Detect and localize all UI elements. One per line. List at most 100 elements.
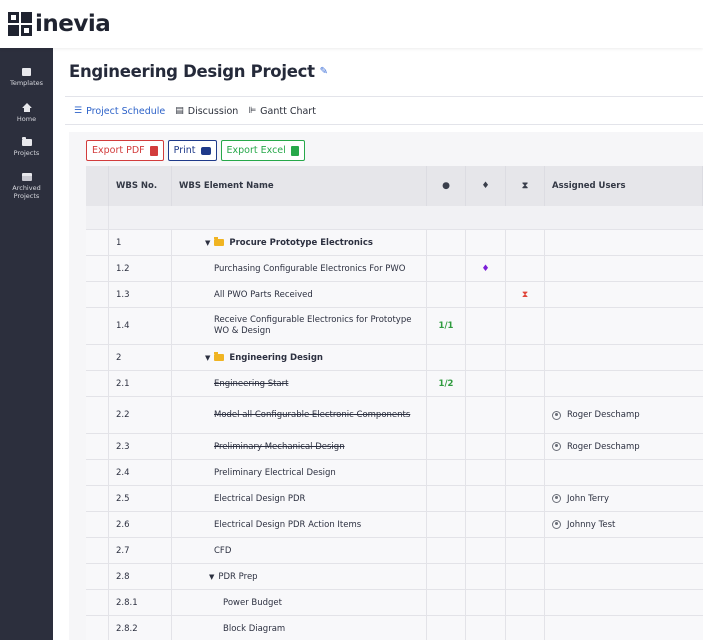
assigned-user-name[interactable]: Roger Deschamp: [567, 442, 640, 452]
wbs-name: Engineering Start: [172, 371, 427, 396]
cell: [427, 486, 466, 511]
app-logo[interactable]: inevia: [8, 11, 111, 37]
cell: [466, 434, 506, 459]
assigned-user-name[interactable]: Roger Deschamp: [567, 410, 640, 420]
caret-down-icon[interactable]: ▼: [205, 239, 210, 247]
wbs-name: All PWO Parts Received: [172, 282, 427, 307]
cell: [506, 538, 545, 563]
wbs-number: 1.2: [109, 256, 172, 281]
print-button[interactable]: Print: [167, 140, 217, 161]
wbs-number: 1.4: [109, 308, 172, 344]
table-row[interactable]: 2.8 ▼ PDR Prep: [86, 564, 703, 590]
header-assigned-users[interactable]: Assigned Users: [545, 166, 703, 206]
wbs-number: 2.7: [109, 538, 172, 563]
sidebar-item-label: Templates: [9, 79, 44, 87]
wbs-name: CFD: [172, 538, 427, 563]
sidebar-item-templates[interactable]: Templates: [0, 68, 53, 87]
cell: [427, 512, 466, 537]
table-row[interactable]: 2.3 Preliminary Mechanical Design Roger …: [86, 434, 703, 460]
wbs-number: 1.3: [109, 282, 172, 307]
header-milestone: ♦: [466, 166, 506, 206]
cell: [427, 345, 466, 370]
cell: [86, 206, 109, 229]
cell: [427, 282, 466, 307]
milestone-diamond-icon: ♦: [481, 263, 490, 274]
assigned-user-name[interactable]: John Terry: [567, 494, 609, 504]
diamond-icon: ♦: [481, 181, 490, 191]
sidebar-item-label: Home: [16, 115, 37, 123]
cell: [86, 230, 109, 255]
table-row[interactable]: 2.1 Engineering Start 1/2: [86, 371, 703, 397]
wbs-name-text: PDR Prep: [218, 571, 258, 582]
cell: [427, 538, 466, 563]
table-row[interactable]: 2.2 Model all Configurable Electronic Co…: [86, 397, 703, 434]
divider: [65, 96, 703, 97]
wbs-name: Purchasing Configurable Electronics For …: [172, 256, 427, 281]
cell: [545, 616, 703, 640]
toolbar: Export PDF Print Export Excel: [86, 140, 309, 161]
cell: [466, 512, 506, 537]
export-pdf-button[interactable]: Export PDF: [86, 140, 164, 161]
title-row: Engineering Design Project ✎: [69, 62, 330, 81]
table-row[interactable]: 2.8.2 Block Diagram: [86, 616, 703, 640]
templates-icon: [22, 68, 31, 76]
cell: [86, 256, 109, 281]
cell: [545, 345, 703, 370]
archive-icon: [21, 173, 32, 181]
table-row[interactable]: 2.5 Electrical Design PDR John Terry: [86, 486, 703, 512]
wbs-name: Electrical Design PDR Action Items: [172, 512, 427, 537]
assigned-user-name[interactable]: Johnny Test: [567, 520, 615, 530]
sidebar: Templates Home Projects Archived Project…: [0, 48, 53, 640]
cell: [86, 512, 109, 537]
tab-gantt-chart[interactable]: ⊫ Gantt Chart: [248, 106, 316, 117]
cell: [466, 230, 506, 255]
tab-project-schedule[interactable]: ☰ Project Schedule: [74, 106, 165, 117]
wbs-number: 2.5: [109, 486, 172, 511]
header-wbs-name[interactable]: WBS Element Name: [172, 166, 427, 206]
table-row[interactable]: 2.4 Preliminary Electrical Design: [86, 460, 703, 486]
table-row[interactable]: 1.4 Receive Configurable Electronics for…: [86, 308, 703, 345]
table-row[interactable]: 2 ▼ Engineering Design: [86, 345, 703, 371]
header-status: ●: [427, 166, 466, 206]
tab-bar: ☰ Project Schedule ▤ Discussion ⊫ Gantt …: [74, 103, 326, 119]
cell: [466, 282, 506, 307]
table-row[interactable]: 2.8.1 Power Budget: [86, 590, 703, 616]
sidebar-item-projects[interactable]: Projects: [0, 137, 53, 157]
schedule-table: WBS No. WBS Element Name ● ♦ ⧗ Assigned …: [86, 166, 703, 640]
sidebar-item-home[interactable]: Home: [0, 103, 53, 123]
progress-fraction: 1/1: [438, 321, 454, 331]
wbs-number: 2.8.2: [109, 616, 172, 640]
gantt-icon: ⊫: [248, 106, 257, 116]
tab-discussion[interactable]: ▤ Discussion: [175, 106, 238, 117]
table-row[interactable]: 2.6 Electrical Design PDR Action Items J…: [86, 512, 703, 538]
table-row[interactable]: 1.2 Purchasing Configurable Electronics …: [86, 256, 703, 282]
header-cell: [86, 166, 109, 206]
cell: [506, 256, 545, 281]
table-row[interactable]: 2.7 CFD: [86, 538, 703, 564]
cell: [86, 308, 109, 344]
table-row[interactable]: 1.3 All PWO Parts Received ⧗: [86, 282, 703, 308]
cell: [86, 564, 109, 589]
cell: [86, 616, 109, 640]
sidebar-item-archived-projects[interactable]: Archived Projects: [0, 173, 53, 200]
cell: [545, 538, 703, 563]
edit-icon[interactable]: ✎: [320, 66, 330, 77]
wbs-name: Electrical Design PDR: [172, 486, 427, 511]
caret-down-icon[interactable]: ▼: [209, 573, 214, 581]
tab-label: Project Schedule: [86, 105, 166, 117]
cell: [427, 564, 466, 589]
export-excel-button[interactable]: Export Excel: [220, 140, 305, 161]
table-row-blank: [86, 206, 703, 230]
user-circle-icon: [552, 494, 561, 503]
header-wbs-no[interactable]: WBS No.: [109, 166, 172, 206]
cell: [86, 486, 109, 511]
print-label: Print: [173, 145, 196, 156]
wbs-name: Block Diagram: [172, 616, 427, 640]
cell: [466, 397, 506, 433]
caret-down-icon[interactable]: ▼: [205, 354, 210, 362]
page-title: Engineering Design Project: [69, 62, 315, 81]
table-row[interactable]: 1 ▼ Procure Prototype Electronics: [86, 230, 703, 256]
cell: [466, 371, 506, 396]
printer-icon: [200, 146, 211, 155]
cell: [86, 434, 109, 459]
